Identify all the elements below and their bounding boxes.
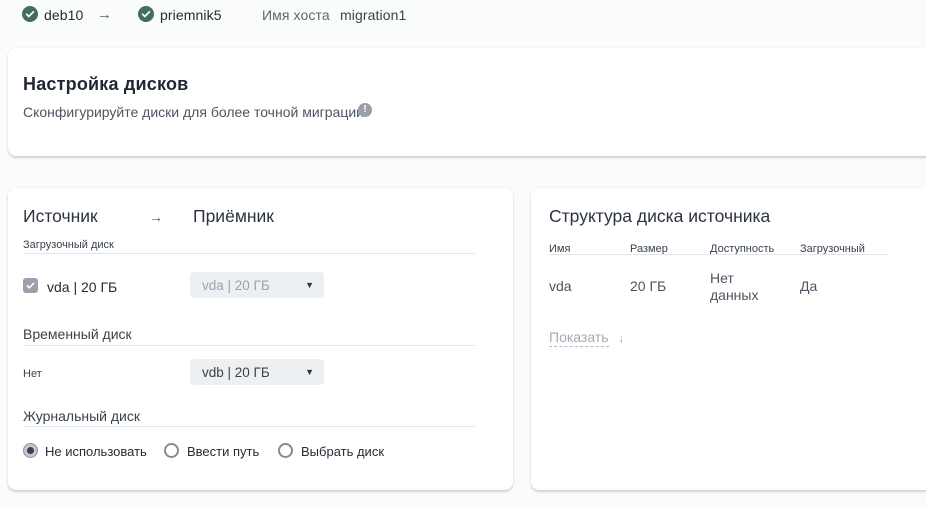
mapping-arrow-icon: → [149,209,163,225]
journal-disk-section-label: Журнальный диск [23,408,140,424]
table-cell-name: vda [549,278,572,294]
target-column-title: Приёмник [193,206,274,227]
radio-journal-enter-path[interactable] [164,443,179,458]
disk-mapping-card: Источник → Приёмник Загрузочный диск vda… [8,188,513,490]
page: deb10 → priemnik5 Имя хоста migration1 Н… [0,0,942,506]
temp-section-divider [23,345,475,346]
journal-section-divider [23,426,475,427]
table-header-divider [549,254,889,255]
boot-source-disk-value: vda | 20 ГБ [47,279,117,295]
show-more-link[interactable]: Показать [549,329,609,347]
migration-direction-arrow-icon: → [97,6,112,23]
radio-journal-choose-disk-label[interactable]: Выбрать диск [301,444,384,459]
boot-section-divider [23,253,475,254]
source-success-check-icon [22,6,38,22]
chevron-down-icon: ▼ [305,280,314,290]
chevron-down-icon: ▼ [305,367,314,377]
journal-disk-options: Не использовать Ввести путь Выбрать диск [8,442,513,460]
arrow-down-icon: ↓ [618,331,624,345]
page-subtitle: Сконфигурируйте диски для более точной м… [23,104,364,120]
structure-card-title: Структура диска источника [549,206,770,227]
temp-target-disk-select[interactable]: vdb | 20 ГБ ▼ [190,359,324,385]
boot-target-disk-select[interactable]: vda | 20 ГБ ▼ [190,272,324,298]
temp-source-disk-value: Нет [23,368,42,380]
table-cell-availability: Нет данных [710,270,772,304]
content-area: deb10 → priemnik5 Имя хоста migration1 Н… [0,0,926,506]
hostname-value: migration1 [340,7,406,23]
migration-status-bar: deb10 → priemnik5 Имя хоста migration1 [0,0,926,32]
radio-journal-not-use[interactable] [23,443,38,458]
hostname-label: Имя хоста [262,7,330,23]
target-host-name: priemnik5 [160,7,222,23]
radio-journal-not-use-label[interactable]: Не использовать [45,444,147,459]
radio-journal-enter-path-label[interactable]: Ввести путь [187,444,259,459]
table-cell-bootable: Да [800,278,817,294]
source-host-name: deb10 [44,7,83,23]
temp-disk-section-label: Временный диск [23,326,132,342]
show-more-row: Показать ↓ [549,329,624,345]
boot-disk-checkbox[interactable] [23,278,38,293]
boot-disk-section-label: Загрузочный диск [23,239,114,251]
temp-target-disk-select-value: vdb | 20 ГБ [202,365,270,380]
info-icon[interactable]: ! [358,103,372,117]
target-success-check-icon [138,6,154,22]
disk-setup-header-card: Настройка дисков Сконфигурируйте диски д… [8,48,926,156]
source-column-title: Источник [23,206,98,227]
boot-target-disk-select-value: vda | 20 ГБ [202,278,270,293]
radio-journal-choose-disk[interactable] [278,443,293,458]
table-cell-size: 20 ГБ [630,278,666,294]
source-disk-structure-card: Структура диска источника Имя Размер Дос… [531,188,926,490]
page-title: Настройка дисков [23,74,188,95]
